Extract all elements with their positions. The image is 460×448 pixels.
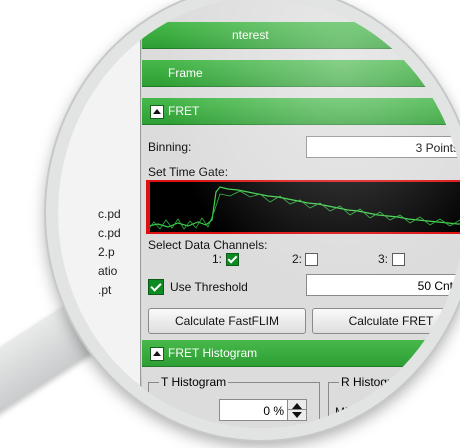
histogram-percent-stepper[interactable]: 0 % [219, 399, 307, 421]
left-histogram-title: T Histogram [159, 375, 229, 389]
frame-label: Frame [168, 66, 203, 80]
region-of-interest-header[interactable]: nterest [142, 22, 460, 49]
binning-label: Binning: [148, 140, 192, 154]
channel-2-checkbox[interactable] [305, 253, 318, 266]
histogram-percent-value: 0 % [263, 404, 284, 418]
min-input[interactable] [399, 399, 460, 421]
file-list-item[interactable]: .pt [98, 283, 111, 297]
binning-value: 3 Points [415, 141, 459, 155]
magnifier-lens: c.pd c.pd 2.p atio .pt nterest Frame FRE… [46, 0, 460, 440]
time-gate-label: Set Time Gate: [148, 165, 229, 179]
channels-label: Select Data Channels: [148, 238, 268, 252]
channel-2-label: 2: [292, 252, 303, 266]
threshold-value: 50 Cnts [417, 279, 459, 293]
channel-3-label: 3: [378, 252, 389, 266]
fret-histogram-header[interactable]: FRET Histogram [142, 340, 460, 367]
threshold-stepper[interactable]: 50 Cnts [306, 274, 460, 296]
right-histogram-group: R Histogram Min: [328, 375, 460, 428]
file-list-item[interactable]: c.pd [98, 226, 121, 240]
collapse-icon[interactable] [150, 347, 164, 361]
fret-histogram-label: FRET Histogram [168, 346, 258, 360]
use-threshold-label: Use Threshold [170, 280, 248, 294]
use-threshold-checkbox[interactable] [148, 279, 164, 295]
fret-label: FRET [168, 104, 200, 118]
region-of-interest-label: nterest [232, 28, 269, 42]
file-list-panel: c.pd c.pd 2.p atio .pt [58, 0, 141, 428]
fret-header[interactable]: FRET [142, 98, 460, 125]
zoomed-app-content: c.pd c.pd 2.p atio .pt nterest Frame FRE… [58, 0, 460, 428]
collapse-icon[interactable] [150, 105, 164, 119]
decay-noise [147, 190, 460, 231]
time-gate-plot[interactable] [146, 180, 460, 234]
file-list-item[interactable]: 2.p [98, 245, 115, 259]
right-histogram-title: R Histogram [339, 375, 410, 389]
min-label: Min: [335, 405, 358, 419]
calculate-fastflim-button[interactable]: Calculate FastFLIM [148, 308, 306, 334]
channel-1-label: 1: [212, 252, 223, 266]
channel-3-checkbox[interactable] [392, 253, 405, 266]
settings-panel: nterest Frame FRET Binning: 3 Points Set… [142, 0, 460, 428]
file-list-item[interactable]: atio [98, 264, 117, 278]
stepper-arrows-icon[interactable] [287, 400, 306, 420]
left-histogram-group: T Histogram 0 % [148, 375, 320, 428]
decay-curve [147, 182, 460, 232]
binning-stepper[interactable]: 3 Points [306, 136, 460, 158]
file-list-item[interactable]: c.pd [98, 207, 121, 221]
calculate-fret-button[interactable]: Calculate FRET [312, 308, 460, 334]
frame-header[interactable]: Frame [142, 60, 460, 87]
channel-1-checkbox[interactable] [226, 253, 239, 266]
